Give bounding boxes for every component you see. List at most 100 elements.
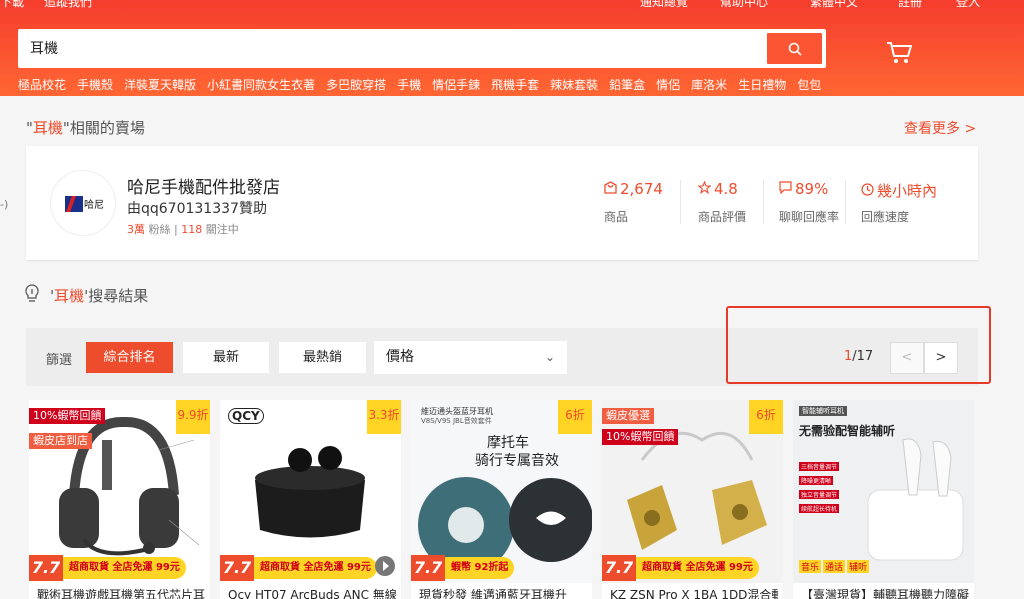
- promo-text: 超商取貨 全店免運 99元: [636, 557, 759, 579]
- product-card[interactable]: 蝦皮優選 10%蝦幣回饋 6折 7.7 超商取貨 全店免運 99元 KZ ZSN …: [602, 400, 783, 599]
- feature-chip: 通话: [823, 560, 846, 573]
- sale-7-7-badge: 7.7: [411, 555, 445, 581]
- divider: [763, 180, 764, 224]
- brand-logo: QCY: [228, 408, 264, 424]
- quote: ": [26, 119, 33, 137]
- hint-link[interactable]: 極品校花: [18, 78, 66, 92]
- next-page-button[interactable]: >: [924, 342, 958, 374]
- cart-button[interactable]: [885, 40, 913, 70]
- product-name[interactable]: Qcy HT07 ArcBuds ANC 無線: [228, 586, 396, 599]
- separator: |: [174, 223, 178, 236]
- shop-name[interactable]: 哈尼手機配件批發店: [127, 173, 280, 198]
- feature-label: 降噪更清晰: [799, 476, 834, 485]
- filter-bar: 篩選 綜合排名 最新 最熱銷 價格 ⌄ 1/17 < >: [26, 328, 978, 386]
- divider: [845, 180, 846, 224]
- hint-link[interactable]: 庫洛米: [691, 78, 727, 92]
- download-link[interactable]: 下載: [0, 0, 24, 10]
- product-card[interactable]: 10%蝦幣回饋 蝦皮店到店 9.9折 7.7 超商取貨 全店免運 99元 戰術耳機…: [29, 400, 210, 599]
- shop-logo-text: 哈尼: [84, 200, 104, 211]
- hint-link[interactable]: 包包: [797, 78, 821, 92]
- hint-link[interactable]: 手機殼: [77, 78, 113, 92]
- edge-mark: -): [0, 198, 9, 211]
- sale-7-7-badge: 7.7: [29, 555, 63, 581]
- product-name[interactable]: 戰術耳機遊戲耳機第五代芯片耳: [37, 586, 205, 599]
- stat-label: 商品評價: [698, 210, 747, 224]
- shop-avatar[interactable]: 哈尼: [50, 170, 116, 236]
- store-pickup-tag: 蝦皮店到店: [29, 433, 92, 449]
- stat-value: 幾小時內: [877, 182, 938, 200]
- see-more-link[interactable]: 查看更多 >: [904, 118, 976, 138]
- login-link[interactable]: 登入: [956, 0, 980, 10]
- sort-latest-button[interactable]: 最新: [183, 342, 269, 373]
- preferred-seller-tag: 蝦皮優選: [602, 408, 654, 424]
- divider: [680, 180, 681, 224]
- promo-banner: 7.7 蝦幣 92折起: [411, 555, 592, 581]
- hint-link[interactable]: 多巴胺穿搭: [326, 78, 386, 92]
- product-card[interactable]: QCY 3.3折 7.7 超商取貨 全店免運 99元 Qcy HT07 ArcBu…: [220, 400, 401, 599]
- search-button[interactable]: [766, 32, 823, 65]
- hint-link[interactable]: 小紅書同款女生衣著: [207, 78, 315, 92]
- promo-banner: 7.7 超商取貨 全店免運 99元: [220, 555, 401, 581]
- cashback-tag: 10%蝦幣回饋: [29, 408, 106, 424]
- notifications-link[interactable]: 通知總覽: [640, 0, 688, 10]
- promo-text: 超商取貨 全店免運 99元: [63, 557, 186, 579]
- promo-text: 超商取貨 全店免運 99元: [254, 557, 377, 579]
- shop-sponsor: 由qq670131337贊助: [127, 201, 267, 217]
- top-bar: 下載 追蹤我們 通知總覽 幫助中心 繁體中文 註冊 登入: [0, 0, 1024, 10]
- total-pages: /17: [852, 349, 874, 364]
- product-name[interactable]: KZ ZSN Pro X 1BA 1DD混合動: [610, 586, 778, 599]
- hint-link[interactable]: 手機: [397, 78, 421, 92]
- search-hints: 極品校花 手機殼 洋裝夏天韓版 小紅書同款女生衣著 多巴胺穿搭 手機 情侶手鍊 飛機手套 辣妹套…: [18, 74, 832, 93]
- sort-top-sales-button[interactable]: 最熱銷: [279, 342, 366, 373]
- follow-us-link[interactable]: 追蹤我們: [44, 0, 92, 10]
- chevron-left-icon: <: [901, 350, 913, 365]
- product-name[interactable]: 【臺灣現貨】輔聽耳機聽力障礙: [801, 586, 969, 599]
- hint-link[interactable]: 飛機手套: [491, 78, 539, 92]
- video-play-icon[interactable]: [375, 556, 395, 576]
- hint-link[interactable]: 辣妹套裝: [550, 78, 598, 92]
- hint-link[interactable]: 鉛筆盒: [609, 78, 645, 92]
- product-card[interactable]: 維迈通头盔蓝牙耳机 V8S/V9S JBL音效套件 摩托车 骑行专属音效 6折 …: [411, 400, 592, 599]
- product-header: 智能辅听耳机: [799, 406, 847, 416]
- search-bar: [18, 29, 826, 68]
- clock-icon: [861, 182, 877, 200]
- search-input[interactable]: [30, 37, 730, 59]
- hint-link[interactable]: 洋裝夏天韓版: [124, 78, 196, 92]
- hint-link[interactable]: 情侶: [656, 78, 680, 92]
- sort-relevance-button[interactable]: 綜合排名: [86, 342, 173, 373]
- language-selector[interactable]: 繁體中文: [810, 0, 858, 10]
- product-name[interactable]: 現貨秒發 維邁通藍牙耳機升: [419, 586, 587, 599]
- filter-label: 篩選: [46, 353, 73, 368]
- hint-link[interactable]: 生日禮物: [738, 78, 786, 92]
- shop-card[interactable]: 哈尼 哈尼手機配件批發店 由qq670131337贊助 3萬 粉絲 | 118 …: [26, 146, 978, 260]
- keyword: 耳機: [54, 287, 85, 305]
- product-copy: 无需验配智能辅听: [799, 424, 896, 438]
- feature-label: 独立音量调节: [799, 490, 840, 499]
- hint-link[interactable]: 情侶手鍊: [432, 78, 480, 92]
- feature-label: 三档音量调节: [799, 462, 840, 471]
- search-results-title: '耳機'搜尋結果: [50, 285, 148, 306]
- star-icon: [697, 180, 714, 198]
- feature-label: 续航超长待机: [799, 504, 840, 513]
- search-icon: [788, 42, 802, 56]
- stat-value: 4.8: [714, 180, 738, 198]
- header: 下載 追蹤我們 通知總覽 幫助中心 繁體中文 註冊 登入 極品校花手機殼洋裝夏天…: [0, 0, 1024, 96]
- followers-label: 粉絲: [148, 223, 171, 236]
- title-text: "相關的賣場: [62, 119, 145, 137]
- feature-chip: 音乐: [799, 560, 822, 573]
- lightbulb-icon: [25, 284, 39, 302]
- product-copy: 摩托车: [487, 435, 529, 451]
- following-count: 118: [181, 223, 203, 236]
- stat-value: 89%: [795, 180, 829, 198]
- stat-label: 聊聊回應率: [779, 210, 840, 224]
- prev-page-button[interactable]: <: [890, 342, 924, 374]
- products-icon: [604, 180, 620, 198]
- product-card[interactable]: 智能辅听耳机 无需验配智能辅听 三档音量调节 降噪更清晰 独立音量调节 续航超长…: [793, 400, 974, 599]
- stat-label: 回應速度: [861, 210, 910, 224]
- help-center-link[interactable]: 幫助中心: [720, 0, 768, 10]
- chevron-down-icon: ⌄: [544, 350, 555, 364]
- register-link[interactable]: 註冊: [898, 0, 922, 10]
- promo-banner: 7.7 超商取貨 全店免運 99元: [602, 555, 783, 581]
- price-sort-select[interactable]: 價格 ⌄: [374, 341, 567, 374]
- chevron-right-icon: >: [935, 350, 947, 365]
